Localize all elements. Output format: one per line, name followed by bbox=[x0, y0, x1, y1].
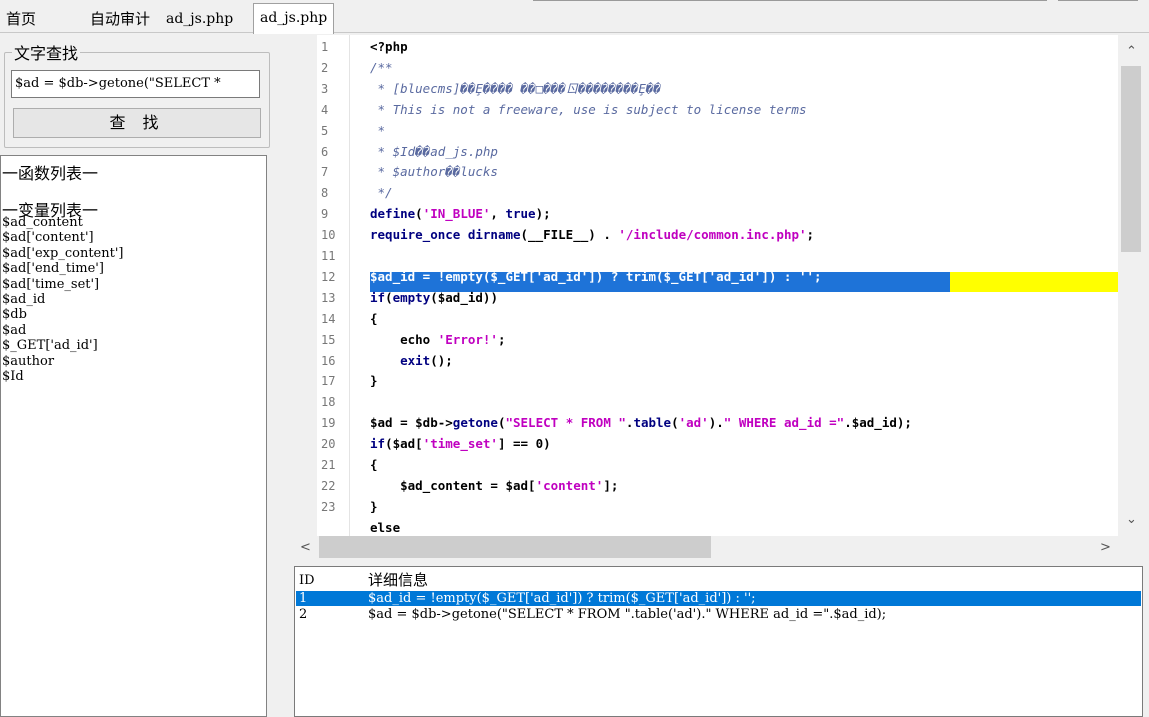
line-number: 1 bbox=[321, 40, 329, 54]
code-line: * $author��lucks bbox=[370, 164, 498, 180]
line-number: 18 bbox=[321, 395, 336, 410]
result-header: ID 详细信息 bbox=[296, 571, 1141, 589]
scroll-right-icon[interactable]: > bbox=[1100, 540, 1111, 555]
divider bbox=[1058, 0, 1138, 1]
result-row[interactable]: 1 $ad_id = !empty($_GET['ad_id']) ? trim… bbox=[296, 591, 1141, 606]
line-number: 2 bbox=[321, 60, 329, 75]
variable-item[interactable]: $ad['end_time'] bbox=[2, 261, 123, 276]
variable-item[interactable]: $ad_content bbox=[2, 215, 123, 230]
line-number: 4 bbox=[321, 102, 329, 117]
code-line: * [bluecms]��Ȩ���� ��□���ㄖ��������Ȩ�� bbox=[370, 80, 661, 96]
line-number: 15 bbox=[321, 332, 336, 347]
horizontal-scroll-thumb[interactable] bbox=[319, 536, 711, 558]
variable-item[interactable]: $_GET['ad_id'] bbox=[2, 338, 123, 353]
search-input[interactable]: $ad = $db->getone("SELECT * bbox=[11, 70, 260, 98]
line-number: 16 bbox=[321, 353, 336, 368]
line-number: 5 bbox=[321, 123, 329, 138]
header-detail: 详细信息 bbox=[368, 571, 429, 589]
code-line: * $Id��ad_js.php bbox=[370, 143, 498, 159]
line-number: 22 bbox=[321, 478, 336, 493]
code-line: $ad_content = $ad['content']; bbox=[370, 477, 619, 493]
scroll-left-icon[interactable]: < bbox=[300, 540, 311, 555]
header-id: ID bbox=[299, 573, 315, 588]
scroll-up-icon[interactable]: ⌃ bbox=[1126, 44, 1137, 59]
tab-file-ad-js[interactable]: ad_js.php bbox=[160, 6, 239, 32]
code-line: else bbox=[370, 519, 401, 535]
line-number: 10 bbox=[321, 228, 336, 243]
tab-home[interactable]: 首页 bbox=[0, 6, 42, 32]
code-line: * bbox=[370, 122, 386, 138]
code-line: $ad_id = !empty($_GET['ad_id']) ? trim($… bbox=[370, 268, 822, 284]
line-number: 14 bbox=[321, 311, 336, 326]
result-id: 1 bbox=[299, 591, 308, 606]
code-line: */ bbox=[370, 185, 393, 201]
search-button[interactable]: 查 找 bbox=[13, 108, 261, 138]
line-number: 20 bbox=[321, 437, 336, 452]
code-line: } bbox=[370, 498, 378, 514]
line-number: 13 bbox=[321, 290, 336, 305]
divider bbox=[533, 0, 1047, 1]
code-editor[interactable]: 1 <?php 2 /** 3 * [bluecms]��Ȩ���� ��□���ㄖ��… bbox=[317, 35, 1118, 536]
code-line: } bbox=[370, 373, 378, 389]
code-line: { bbox=[370, 457, 378, 472]
variable-item[interactable]: $ad bbox=[2, 323, 123, 338]
line-number: 6 bbox=[321, 144, 329, 159]
line-number: 8 bbox=[321, 186, 329, 201]
line-number: 21 bbox=[321, 458, 336, 472]
code-line: /** bbox=[370, 59, 393, 75]
line-number: 12 bbox=[321, 269, 336, 284]
tab-divider bbox=[0, 32, 1149, 33]
variable-item[interactable]: $Id bbox=[2, 369, 123, 384]
variable-item[interactable]: $ad['time_set'] bbox=[2, 277, 123, 292]
line-number: 7 bbox=[321, 165, 329, 180]
result-id: 2 bbox=[299, 607, 308, 622]
tab-auto-audit[interactable]: 自动审计 bbox=[84, 6, 156, 32]
variable-item[interactable]: $author bbox=[2, 354, 123, 369]
fold-margin bbox=[349, 35, 367, 536]
function-list-heading: 一函数列表一 bbox=[2, 164, 99, 183]
code-line: if(empty($ad_id)) bbox=[370, 289, 498, 305]
variable-list: $ad_content $ad['content'] $ad['exp_conten… bbox=[2, 215, 123, 384]
text-search-label: 文字查找 bbox=[12, 40, 81, 64]
line-number: 11 bbox=[321, 249, 336, 263]
code-line: exit(); bbox=[400, 352, 453, 368]
code-line: { bbox=[370, 310, 378, 326]
code-line: <?php bbox=[370, 39, 408, 54]
code-line: define('IN_BLUE', true); bbox=[370, 206, 551, 222]
result-row[interactable]: 2 $ad = $db->getone("SELECT * FROM ".tab… bbox=[296, 607, 1141, 622]
result-info: $ad = $db->getone("SELECT * FROM ".table… bbox=[368, 607, 887, 622]
line-number: 23 bbox=[321, 499, 336, 514]
variable-item[interactable]: $db bbox=[2, 307, 123, 322]
tab-file-ad-js-active[interactable]: ad_js.php bbox=[253, 3, 335, 34]
variable-item[interactable]: $ad['exp_content'] bbox=[2, 246, 123, 261]
code-line: if($ad['time_set'] == 0) bbox=[370, 436, 551, 452]
line-number: 17 bbox=[321, 374, 336, 389]
variable-item[interactable]: $ad_id bbox=[2, 292, 123, 307]
code-line: $ad = $db->getone("SELECT * FROM ".table… bbox=[370, 415, 912, 431]
line-number: 9 bbox=[321, 207, 329, 222]
variable-item[interactable]: $ad['content'] bbox=[2, 230, 123, 245]
line-number: 19 bbox=[321, 416, 336, 431]
scroll-down-icon[interactable]: ⌄ bbox=[1126, 512, 1137, 527]
result-info: $ad_id = !empty($_GET['ad_id']) ? trim($… bbox=[368, 591, 756, 606]
code-line: echo 'Error!'; bbox=[400, 331, 506, 347]
line-number: 3 bbox=[321, 81, 329, 96]
code-line: require_once dirname(__FILE__) . '/inclu… bbox=[370, 227, 815, 243]
vertical-scroll-thumb[interactable] bbox=[1121, 66, 1141, 252]
code-line: * This is not a freeware, use is subject… bbox=[370, 101, 807, 117]
